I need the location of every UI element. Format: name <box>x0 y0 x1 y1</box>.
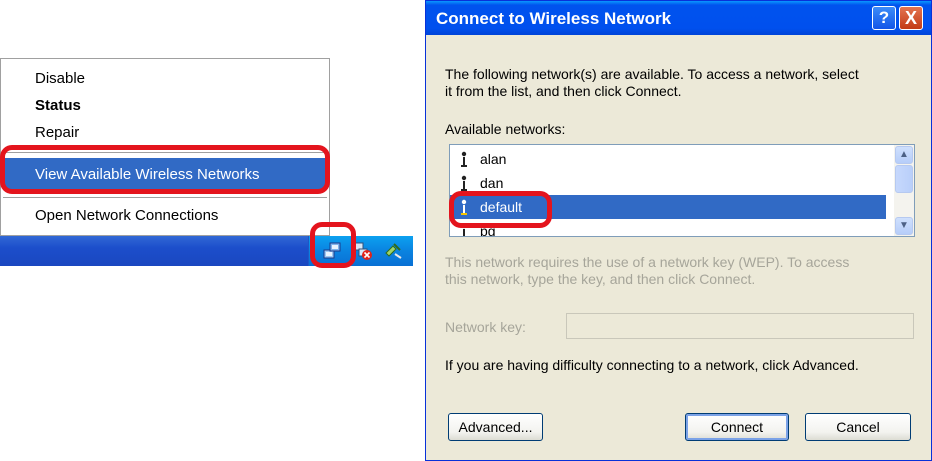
menu-item-repair[interactable]: Repair <box>35 124 79 142</box>
scroll-up-arrow-icon[interactable]: ▲ <box>895 146 913 164</box>
available-networks-label: Available networks: <box>445 121 566 137</box>
network-list-item[interactable]: alan <box>450 147 886 171</box>
menu-item-open-network-connections[interactable]: Open Network Connections <box>35 207 218 225</box>
connect-button[interactable]: Connect <box>685 413 789 441</box>
highlight-callout-network <box>449 191 552 228</box>
scroll-down-arrow-icon[interactable]: ▼ <box>895 217 913 235</box>
network-key-input[interactable] <box>566 313 914 339</box>
help-button[interactable]: ? <box>872 6 896 30</box>
network-name: alan <box>480 151 507 167</box>
close-button[interactable]: X <box>899 6 923 30</box>
intro-text-line2: it from the list, and then click Connect… <box>445 83 682 99</box>
network-list-scrollbar[interactable]: ▲ ▼ <box>894 145 914 236</box>
network-key-label: Network key: <box>445 319 526 335</box>
intro-text-line1: The following network(s) are available. … <box>445 66 859 82</box>
wireless-network-icon <box>461 175 467 191</box>
wireless-network-icon <box>461 151 467 167</box>
menu-separator <box>3 197 327 198</box>
scroll-thumb[interactable] <box>895 165 913 193</box>
highlight-callout-tray-icon <box>310 222 356 268</box>
menu-item-status[interactable]: Status <box>35 97 81 115</box>
safely-remove-hardware-icon[interactable] <box>383 241 403 261</box>
dialog-title-bar[interactable]: Connect to Wireless Network ? X <box>426 1 931 35</box>
cancel-button[interactable]: Cancel <box>805 413 911 441</box>
disconnected-network-icon[interactable] <box>353 241 373 261</box>
menu-item-disable[interactable]: Disable <box>35 70 85 88</box>
connect-wireless-dialog: Connect to Wireless Network ? X The foll… <box>425 0 932 461</box>
wep-text-line1: This network requires the use of a netwo… <box>445 254 850 270</box>
wep-text-line2: this network, type the key, and then cli… <box>445 271 756 287</box>
advanced-hint-text: If you are having difficulty connecting … <box>445 357 859 373</box>
advanced-button[interactable]: Advanced... <box>448 413 543 441</box>
highlight-callout-menu <box>0 145 330 194</box>
dialog-title: Connect to Wireless Network <box>436 9 672 28</box>
